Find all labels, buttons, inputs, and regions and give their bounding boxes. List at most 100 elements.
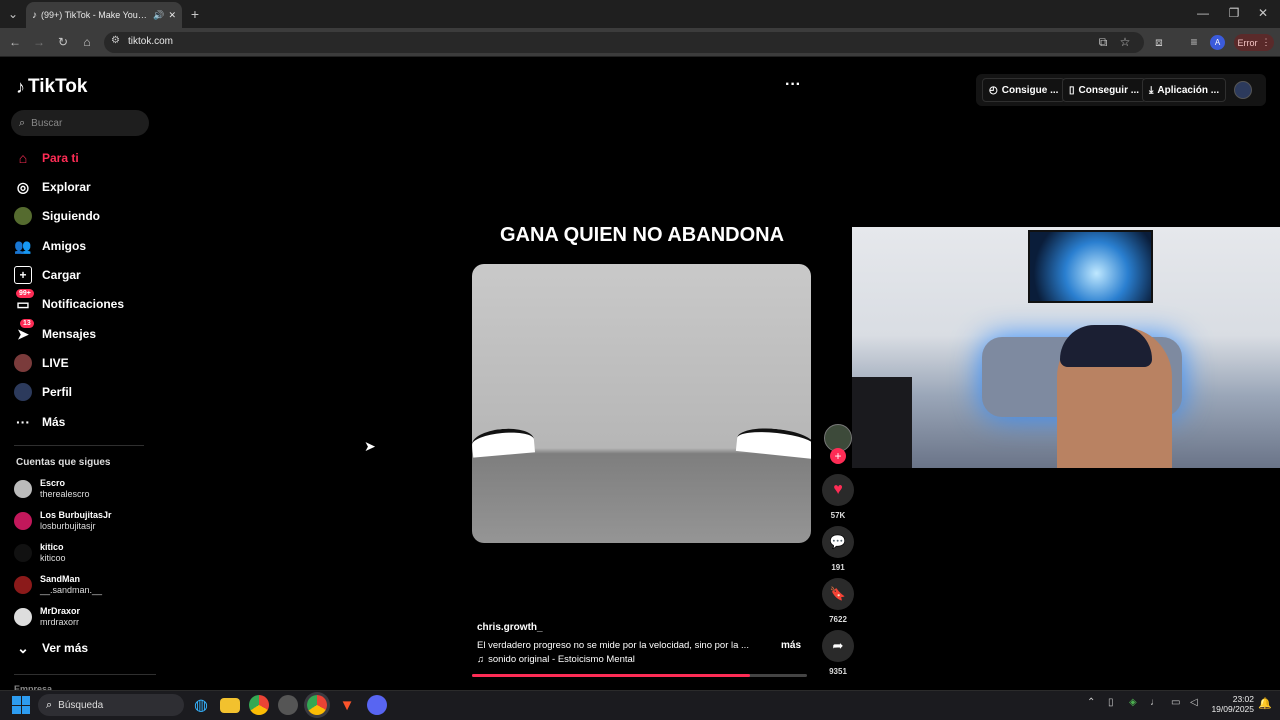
video-sound[interactable]: ♫ sonido original - Estoicismo Mental (477, 654, 635, 665)
window-close-icon[interactable]: ✕ (1256, 7, 1270, 19)
browser-tab[interactable]: ♪ (99+) TikTok - Make Your Day 🔊 ✕ (26, 2, 182, 28)
clock-time: 23:02 (1232, 694, 1254, 704)
nav-amigos[interactable]: 👥 Amigos (14, 234, 154, 258)
app-download-button[interactable]: ⤓ Aplicación ... (1142, 78, 1227, 102)
nav-label: Notificaciones (42, 297, 125, 311)
tab-audio-icon[interactable]: 🔊 (153, 10, 164, 21)
message-icon: ➤ 13 (14, 319, 34, 343)
get-coins-button[interactable]: ◴ Consigue ... (982, 78, 1066, 102)
messages-badge: 13 (20, 319, 34, 328)
nav-label: Más (42, 415, 66, 429)
error-label: Error (1237, 37, 1258, 48)
nav-label: Para ti (42, 151, 79, 165)
avatar (14, 576, 32, 594)
media-control-icon[interactable]: ≡ (1187, 36, 1201, 48)
tray-chevron-icon[interactable]: ⌃ (1087, 697, 1095, 708)
more-options-icon[interactable]: ··· (785, 76, 801, 94)
webcam-overlay (852, 227, 1280, 468)
following-item[interactable]: Los BurbujitasJr losburbujitasjr (14, 508, 154, 534)
share-button[interactable]: ➦ (822, 630, 854, 662)
tab-close-icon[interactable]: ✕ (168, 10, 176, 21)
nav-label: Cargar (42, 268, 81, 282)
minimize-icon[interactable]: — (1196, 7, 1210, 19)
video-author[interactable]: chris.growth_ (477, 622, 543, 633)
nav-live[interactable]: LIVE (14, 351, 154, 375)
nav-para-ti[interactable]: ⌂ Para ti (14, 146, 154, 170)
extensions-icon[interactable]: ⧈ (1152, 36, 1166, 48)
forward-icon[interactable]: → (32, 36, 46, 48)
see-more-button[interactable]: ⌄ Ver más (14, 636, 154, 660)
sidebar-divider (14, 674, 156, 675)
account-handle: therealescro (40, 489, 90, 499)
volume-icon[interactable]: ◁ (1190, 697, 1198, 708)
edge-icon[interactable]: ◍ (191, 695, 211, 715)
avatar (14, 480, 32, 498)
following-item[interactable]: SandMan __.sandman.__ (14, 572, 154, 598)
profile-avatar[interactable]: A (1210, 35, 1225, 50)
caption-more-button[interactable]: más (781, 640, 801, 651)
restore-icon[interactable]: ❐ (1227, 7, 1241, 19)
nav-label: Perfil (42, 385, 73, 399)
nav-mensajes[interactable]: ➤ 13 Mensajes (14, 319, 154, 346)
button-label: Consigue ... (1001, 84, 1059, 96)
following-item[interactable]: kitico kiticoo (14, 540, 154, 566)
chrome-active-icon[interactable] (307, 695, 327, 715)
mic-icon[interactable]: ♩ (1150, 697, 1160, 708)
tab-search-icon[interactable]: ⌄ (6, 8, 20, 20)
url-text: tiktok.com (128, 36, 174, 47)
like-button[interactable]: ♥ (822, 474, 854, 506)
usb-icon[interactable]: ▯ (1108, 697, 1114, 708)
chrome-icon[interactable] (249, 695, 269, 715)
error-chip[interactable]: Error ⋮ (1234, 34, 1274, 51)
nav-label: Amigos (42, 239, 87, 253)
account-name: SandMan (40, 574, 81, 584)
user-avatar[interactable] (1234, 81, 1252, 99)
nav-notificaciones[interactable]: ▭ 99+ Notificaciones (14, 289, 154, 316)
discord-icon[interactable] (367, 695, 387, 715)
video-player[interactable] (472, 264, 811, 543)
more-icon: ··· (16, 414, 30, 430)
tv-screen (1028, 230, 1153, 303)
security-icon[interactable]: ◈ (1129, 697, 1137, 708)
pc-case (852, 377, 912, 468)
heart-icon: ♥ (833, 481, 843, 498)
clock[interactable]: 23:02 19/09/2025 (1204, 694, 1254, 714)
following-item[interactable]: MrDraxor mrdraxorr (14, 604, 154, 630)
nav-explorar[interactable]: ◎ Explorar (14, 175, 154, 199)
tiktok-logo[interactable]: ♪ TikTok (16, 76, 87, 98)
nav-cargar[interactable]: + Cargar (14, 263, 154, 287)
site-info-icon[interactable]: ⚙ (111, 36, 120, 46)
nav-perfil[interactable]: Perfil (14, 380, 154, 404)
nav-siguiendo[interactable]: Siguiendo (14, 204, 154, 228)
bookmark-star-icon[interactable]: ☆ (1118, 36, 1132, 48)
app-icon[interactable] (278, 695, 298, 715)
follow-plus-icon[interactable]: + (830, 448, 846, 464)
avatar (14, 544, 32, 562)
file-explorer-icon[interactable] (220, 698, 240, 713)
account-name: kitico (40, 542, 64, 552)
notification-bell-icon[interactable]: 🔔 (1258, 697, 1272, 710)
taskbar-search[interactable]: ⌕ Búsqueda (38, 694, 184, 716)
search-icon: ⌕ (19, 116, 26, 129)
comment-count: 191 (831, 563, 845, 572)
install-app-icon[interactable]: ⧉ (1096, 36, 1110, 48)
nav-mas[interactable]: ··· Más (14, 410, 154, 434)
get-app-button[interactable]: ▯ Conseguir ... (1062, 78, 1147, 102)
bookmark-icon: 🔖 (829, 586, 847, 601)
back-icon[interactable]: ← (8, 36, 22, 48)
reload-icon[interactable]: ↻ (56, 36, 70, 48)
address-bar[interactable]: ⚙ tiktok.com (104, 32, 1144, 53)
home-button-icon[interactable]: ⌂ (80, 36, 94, 48)
video-overlay-title: GANA QUIEN NO ABANDONA (499, 224, 785, 246)
save-button[interactable]: 🔖 (822, 578, 854, 610)
windows-start-icon[interactable] (12, 696, 30, 714)
comment-button[interactable]: 💬 (822, 526, 854, 558)
network-icon[interactable]: ▭ (1171, 697, 1180, 708)
account-handle: losburbujitasjr (40, 521, 96, 531)
new-tab-icon[interactable]: + (188, 7, 202, 21)
following-item[interactable]: Escro therealescro (14, 476, 154, 502)
coin-icon: ◴ (989, 84, 998, 96)
video-progress-bar[interactable] (472, 674, 807, 677)
brave-icon[interactable]: ▼ (337, 695, 357, 715)
search-input[interactable]: ⌕ Buscar (11, 110, 149, 136)
